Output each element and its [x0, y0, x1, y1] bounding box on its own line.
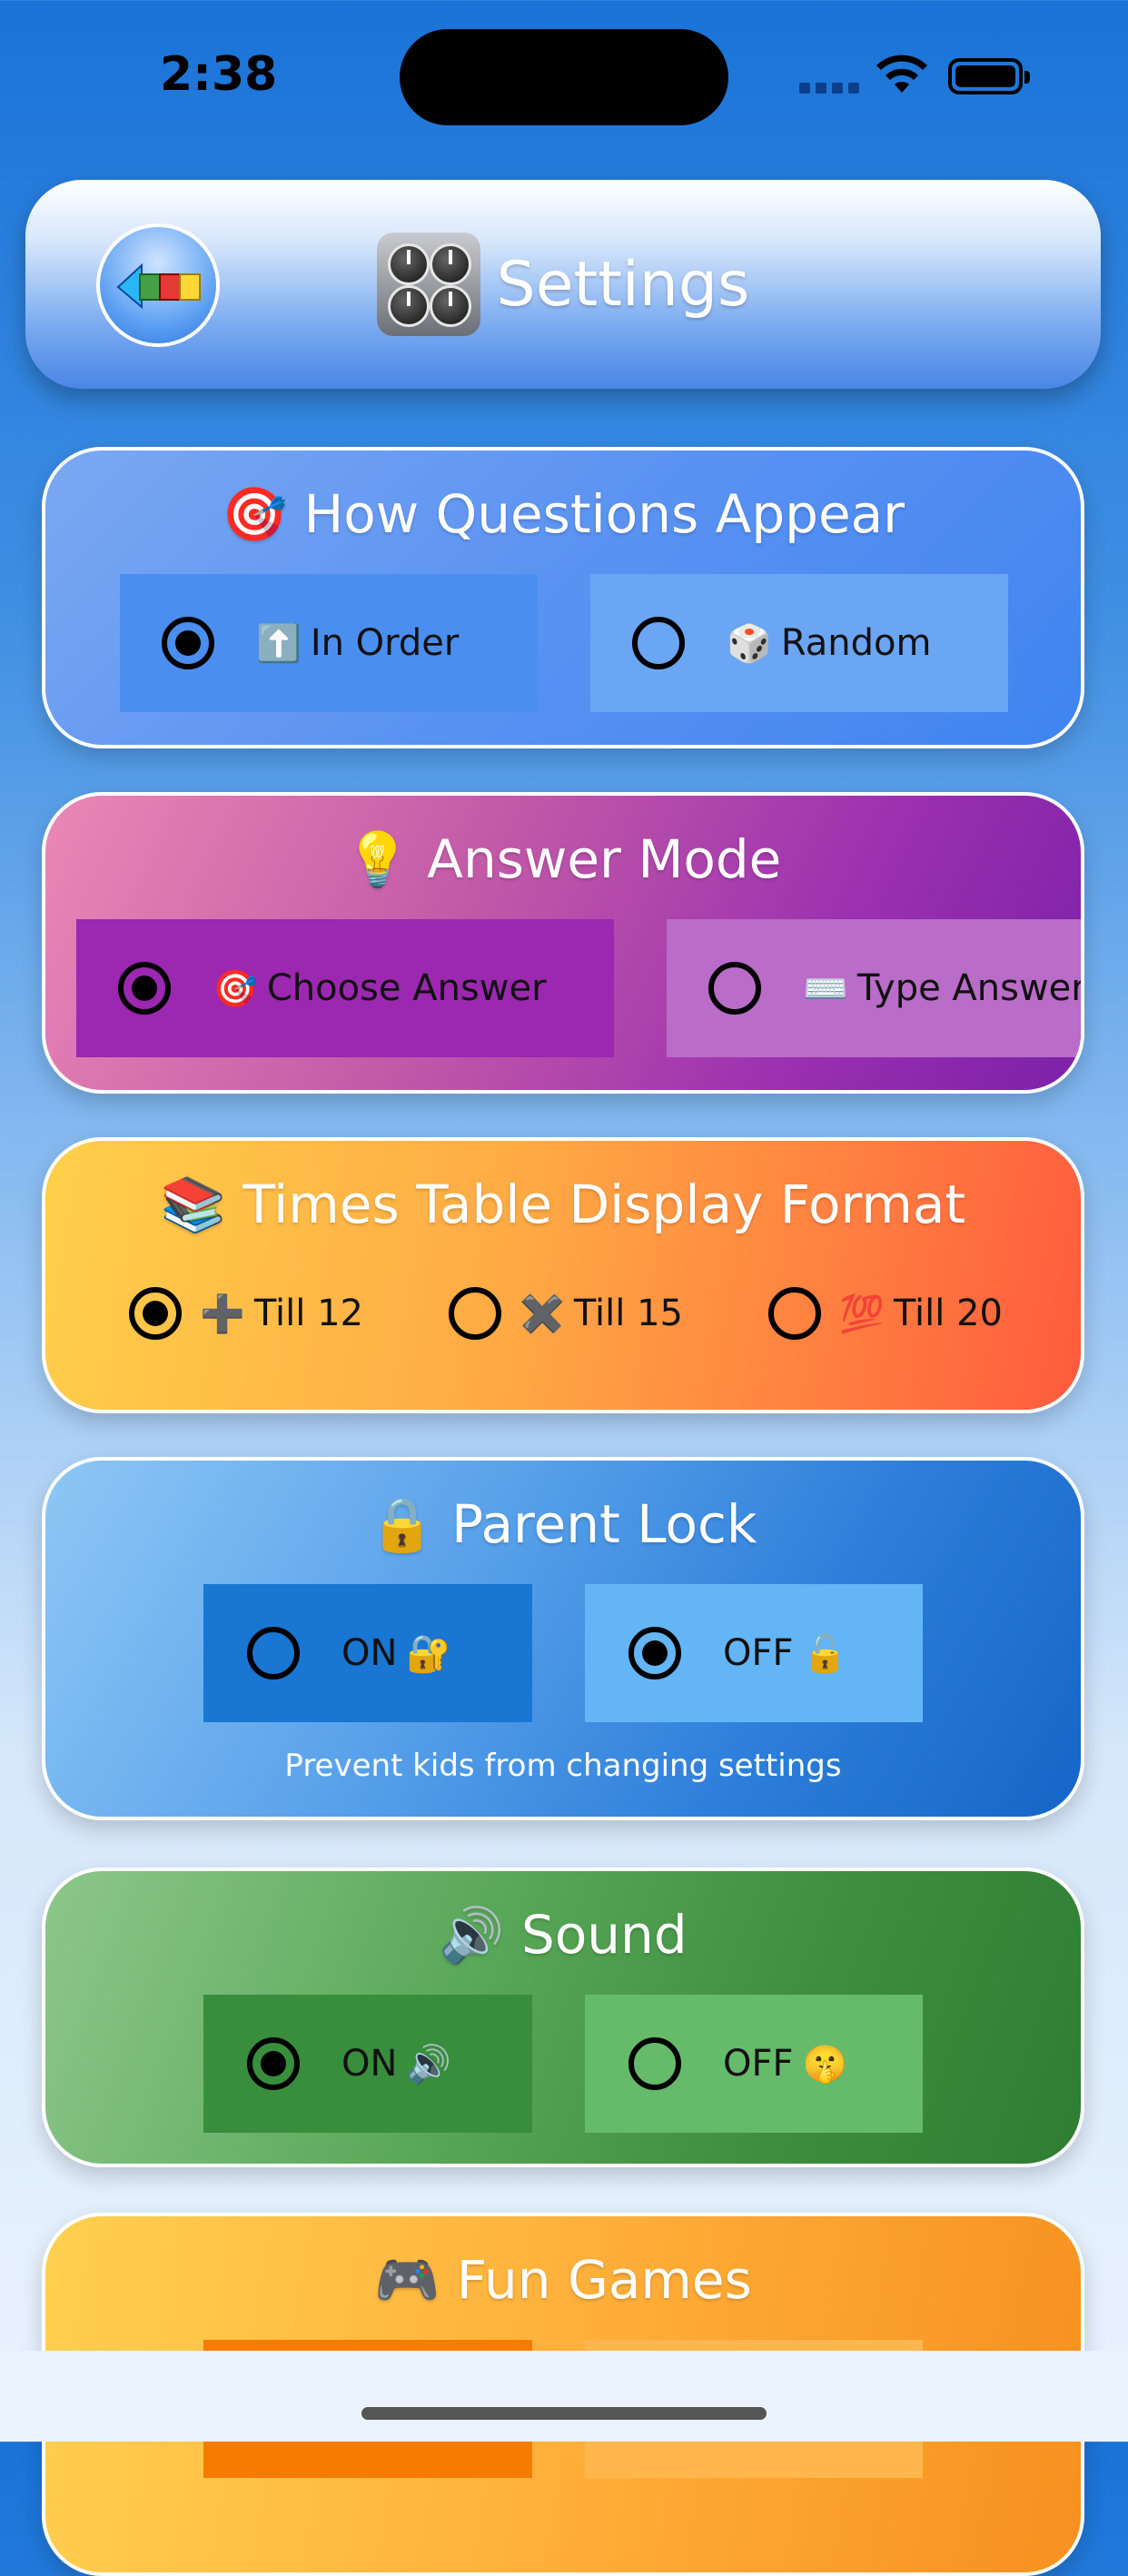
up-arrow-icon: ⬆️: [256, 622, 302, 665]
radio-unselected[interactable]: [449, 1287, 501, 1340]
light-bulb-icon: 💡: [344, 828, 411, 890]
sound-section: 🔊 Sound ON 🔊 OFF 🤫: [42, 1868, 1084, 2167]
option-in-order[interactable]: ⬆️ In Order: [120, 574, 538, 712]
question-order-section: 🎯 How Questions Appear ⬆️ In Order 🎲 Ran…: [42, 447, 1084, 748]
dart-target-icon: 🎯: [221, 483, 288, 545]
option-label: OFF: [723, 1632, 794, 1674]
option-lock-off[interactable]: OFF 🔓: [585, 1584, 923, 1722]
keyboard-icon: ⌨️: [803, 967, 848, 1010]
radio-unselected[interactable]: [708, 962, 761, 1015]
option-choose-answer[interactable]: 🎯 Choose Answer: [76, 919, 614, 1057]
radio-selected[interactable]: [129, 1287, 182, 1340]
section-title: 🔒 Parent Lock: [369, 1493, 757, 1555]
hundred-points-icon: 💯: [839, 1293, 885, 1335]
option-till-15[interactable]: ✖️ Till 15: [449, 1277, 683, 1350]
status-bar: 2:38: [0, 0, 1128, 154]
game-controller-icon: 🎮: [374, 2249, 440, 2311]
wifi-icon: [876, 54, 927, 93]
dynamic-island: [400, 29, 728, 125]
section-title: 🔊 Sound: [439, 1904, 688, 1966]
option-label: OFF: [723, 2043, 794, 2085]
radio-unselected[interactable]: [628, 2037, 681, 2090]
dart-target-icon: 🎯: [213, 967, 258, 1010]
locked-with-key-icon: 🔐: [406, 1632, 452, 1675]
radio-selected[interactable]: [118, 962, 171, 1015]
option-label: Type Answer: [856, 967, 1084, 1009]
cellular-signal-icon: [799, 80, 865, 97]
radio-unselected[interactable]: [247, 1627, 300, 1679]
unlocked-icon: 🔓: [802, 1632, 848, 1675]
status-time: 2:38: [160, 47, 278, 102]
radio-unselected[interactable]: [768, 1287, 821, 1340]
option-lock-on[interactable]: ON 🔐: [203, 1584, 532, 1722]
option-label: Random: [780, 622, 932, 664]
section-title: 🎮 Fun Games: [374, 2249, 752, 2311]
settings-header: Settings: [25, 180, 1101, 389]
speaker-icon: 🔊: [439, 1904, 505, 1966]
option-label: Till 20: [893, 1293, 1003, 1334]
option-label: In Order: [310, 622, 460, 664]
shushing-face-icon: 🤫: [802, 2043, 848, 2086]
option-label: Choose Answer: [266, 967, 547, 1009]
dice-icon: 🎲: [727, 622, 772, 665]
parent-lock-section: 🔒 Parent Lock ON 🔐 OFF 🔓 Prevent kids fr…: [42, 1457, 1084, 1820]
page-title-text: Settings: [496, 248, 750, 321]
option-label: ON: [341, 1632, 398, 1674]
speaker-icon: 🔊: [406, 2043, 452, 2086]
page-title: Settings: [25, 180, 1101, 389]
option-random[interactable]: 🎲 Random: [590, 574, 1008, 712]
bottom-safe-area: [0, 2351, 1128, 2442]
parent-lock-caption: Prevent kids from changing settings: [284, 1748, 842, 1784]
option-till-20[interactable]: 💯 Till 20: [768, 1277, 1003, 1350]
option-till-12[interactable]: ➕ Till 12: [129, 1277, 363, 1350]
section-title: 🎯 How Questions Appear: [221, 483, 905, 545]
books-icon: 📚: [160, 1174, 227, 1235]
radio-unselected[interactable]: [632, 617, 685, 669]
plus-icon: ➕: [200, 1293, 245, 1335]
option-label: Till 15: [573, 1293, 683, 1334]
option-sound-off[interactable]: OFF 🤫: [585, 1995, 923, 2133]
radio-selected[interactable]: [162, 617, 214, 669]
option-sound-on[interactable]: ON 🔊: [203, 1995, 532, 2133]
battery-icon: [948, 58, 1030, 94]
display-format-section: 📚 Times Table Display Format ➕ Till 12 ✖…: [42, 1137, 1084, 1413]
section-title: 📚 Times Table Display Format: [160, 1174, 966, 1235]
option-label: ON: [341, 2043, 398, 2085]
answer-mode-section: 💡 Answer Mode 🎯 Choose Answer ⌨️ Type An…: [42, 792, 1084, 1094]
home-indicator[interactable]: [361, 2407, 767, 2420]
radio-selected[interactable]: [628, 1627, 681, 1679]
option-label: Till 12: [253, 1293, 363, 1334]
lock-icon: 🔒: [369, 1493, 435, 1555]
multiply-icon: ✖️: [519, 1293, 565, 1335]
section-title: 💡 Answer Mode: [344, 828, 782, 890]
radio-selected[interactable]: [247, 2037, 300, 2090]
option-type-answer[interactable]: ⌨️ Type Answer: [667, 919, 1084, 1057]
control-knobs-icon: [376, 233, 480, 336]
